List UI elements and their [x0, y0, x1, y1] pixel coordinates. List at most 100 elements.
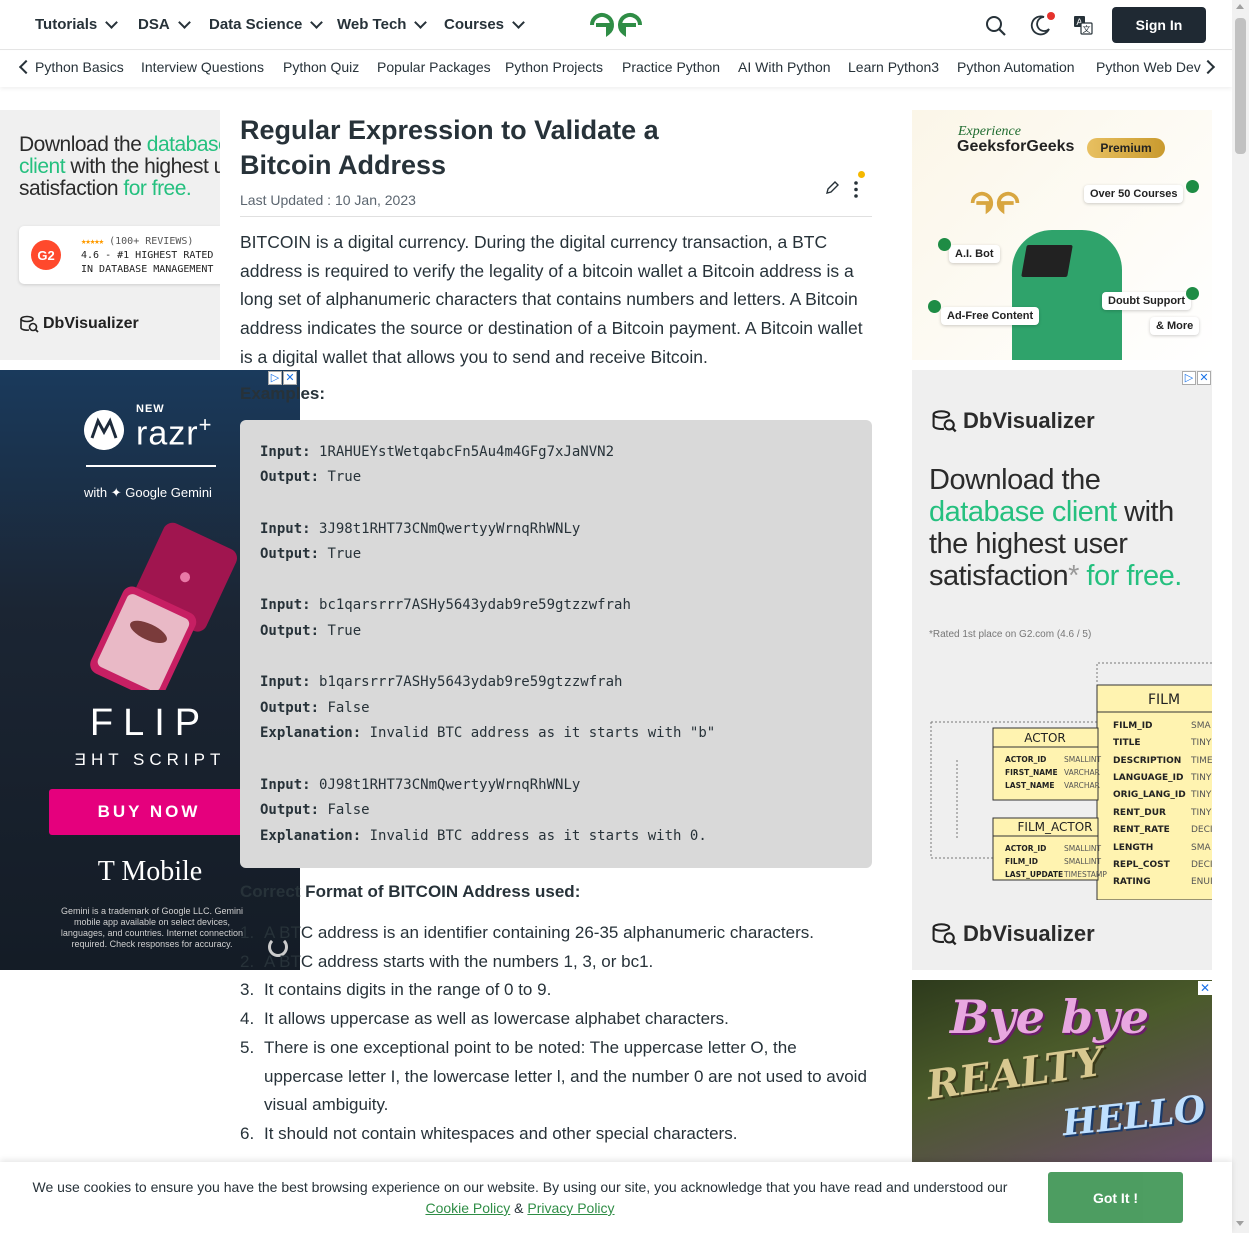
subnav-python-basics[interactable]: Python Basics	[35, 59, 124, 75]
format-rules-list: 1. A BTC address is an identifier contain…	[240, 919, 872, 1149]
nav-data-science[interactable]: Data Science	[209, 16, 324, 33]
nav-label: DSA	[138, 16, 170, 33]
subnav-ai-with-python[interactable]: AI With Python	[738, 59, 831, 75]
ad-headline: Download the database client with the hi…	[929, 464, 1182, 592]
ad-tag: Doubt Support	[1102, 292, 1191, 310]
ad-close-icon[interactable]: ✕	[1197, 371, 1211, 385]
scroll-right-arrow-icon[interactable]	[1200, 59, 1216, 75]
svg-text:LENGTH: LENGTH	[1113, 843, 1153, 853]
page-scrollbar[interactable]	[1232, 0, 1249, 1233]
ad-tag: Over 50 Courses	[1084, 185, 1184, 203]
nav-dsa[interactable]: DSA	[138, 16, 191, 33]
dbvisualizer-brand: DbVisualizer	[19, 314, 139, 334]
svg-text:SMALLINT: SMALLINT	[1064, 857, 1102, 866]
adchoices-icon[interactable]: ▷	[1182, 371, 1196, 385]
edit-pencil-icon[interactable]	[824, 180, 840, 196]
svg-text:REPL_COST: REPL_COST	[1113, 860, 1171, 870]
intro-paragraph: BITCOIN is a digital currency. During th…	[240, 232, 863, 367]
subnav-python-web-dev[interactable]: Python Web Dev	[1096, 59, 1201, 75]
nav-tutorials[interactable]: Tutorials	[35, 16, 119, 33]
last-updated: Last Updated : 10 Jan, 2023	[240, 192, 416, 208]
subnav-python-projects[interactable]: Python Projects	[505, 59, 603, 75]
nav-courses[interactable]: Courses	[444, 16, 525, 33]
svg-text:FILM_ID: FILM_ID	[1005, 857, 1038, 866]
cookie-text: We use cookies to ensure you have the be…	[32, 1179, 1008, 1216]
dbvisualizer-logo-icon	[20, 315, 39, 333]
svg-text:SMA: SMA	[1191, 721, 1211, 731]
gfg-logo-icon	[970, 191, 1020, 215]
dbvisualizer-brand: DbVisualizer	[931, 408, 1095, 434]
ad-category: IN DATABASE MANAGEMENT SYSTEMS	[81, 264, 220, 275]
svg-text:DESCRIPTION: DESCRIPTION	[1113, 756, 1181, 766]
ad-choices[interactable]: ▷ ✕	[1182, 371, 1211, 385]
svg-text:文: 文	[1083, 24, 1091, 34]
ad-gemini-text: with ✦ Google Gemini	[84, 485, 212, 500]
code-line: Input: 1RAHUEYstWetqabcFn5Au4m4GFg7xJaNV…	[260, 444, 615, 460]
geeksforgeeks-logo[interactable]	[586, 9, 646, 41]
scroll-left-arrow-icon[interactable]	[18, 59, 34, 75]
dbvisualizer-ad-small[interactable]: Download the database client with the hi…	[0, 110, 220, 360]
sign-in-button[interactable]: Sign In	[1112, 7, 1206, 43]
search-icon[interactable]	[985, 15, 1007, 37]
svg-text:DECI: DECI	[1191, 860, 1212, 870]
svg-text:TINY: TINY	[1190, 738, 1212, 748]
ad-gfg-brand: GeeksforGeeks	[957, 138, 1075, 155]
nav-web-tech[interactable]: Web Tech	[337, 16, 428, 33]
scrollbar-thumb[interactable]	[1235, 18, 1246, 154]
code-line: Output: True	[260, 546, 362, 562]
more-options-icon[interactable]	[852, 180, 860, 200]
dbvisualizer-brand: DbVisualizer	[931, 921, 1095, 947]
scroll-down-icon[interactable]	[1236, 1221, 1244, 1226]
privacy-policy-link[interactable]: Privacy Policy	[527, 1200, 614, 1216]
python-subnav: Python Basics Interview Questions Python…	[0, 51, 1232, 87]
translate-icon[interactable]: A 文	[1073, 15, 1093, 35]
ad-rated: 4.6 - #1 HIGHEST RATED	[81, 250, 214, 261]
list-item: 2. A BTC address starts with the numbers …	[240, 951, 654, 971]
subnav-python-quiz[interactable]: Python Quiz	[283, 59, 359, 75]
ad-divider	[86, 465, 216, 467]
subnav-interview-questions[interactable]: Interview Questions	[141, 59, 264, 75]
svg-text:LAST_UPDATE: LAST_UPDATE	[1005, 870, 1063, 879]
ad-title-3: HELLO	[1060, 1087, 1208, 1145]
laptop-icon	[1021, 245, 1073, 277]
ad-close-icon[interactable]: ✕	[1198, 981, 1212, 995]
got-it-button[interactable]: Got It !	[1048, 1172, 1183, 1223]
chevron-down-icon	[105, 16, 119, 29]
subnav-practice-python[interactable]: Practice Python	[622, 59, 720, 75]
cookie-policy-link[interactable]: Cookie Policy	[425, 1200, 510, 1216]
dbvisualizer-logo-icon	[932, 410, 957, 433]
subnav-popular-packages[interactable]: Popular Packages	[377, 59, 491, 75]
svg-text:ORIG_LANG_ID: ORIG_LANG_ID	[1113, 790, 1186, 800]
svg-text:LANGUAGE_ID: LANGUAGE_ID	[1113, 773, 1183, 783]
ad-close-icon[interactable]: ✕	[283, 371, 297, 385]
svg-text:FIRST_NAME: FIRST_NAME	[1005, 768, 1058, 777]
ad-headline: Download the database client with the hi…	[19, 133, 220, 200]
nav-label: Courses	[444, 16, 505, 33]
svg-text:TITLE: TITLE	[1113, 738, 1141, 748]
svg-text:SMA: SMA	[1191, 843, 1211, 853]
subnav-python-automation[interactable]: Python Automation	[957, 59, 1075, 75]
svg-text:ACTOR_ID: ACTOR_ID	[1005, 755, 1046, 764]
motorola-logo-icon	[84, 410, 124, 450]
code-line: Explanation: Invalid BTC address as it s…	[260, 725, 716, 741]
chevron-down-icon	[512, 16, 525, 29]
svg-text:ACTOR_ID: ACTOR_ID	[1005, 844, 1046, 853]
buy-now-button[interactable]: BUY NOW	[49, 789, 249, 835]
ad-rating-card: G2 ★★★★★ (100+ REVIEWS) 4.6 - #1 HIGHEST…	[19, 226, 220, 284]
scroll-up-icon[interactable]	[1236, 4, 1244, 9]
ad-choices[interactable]: ▷ ✕	[268, 371, 297, 385]
ad-razr-title: razr+	[136, 412, 213, 453]
code-line: Output: False	[260, 700, 370, 716]
svg-text:LAST_NAME: LAST_NAME	[1005, 781, 1055, 790]
svg-text:VARCHAR: VARCHAR	[1064, 768, 1100, 777]
gfg-premium-ad[interactable]: Experience GeeksforGeeks Premium Over 50…	[912, 110, 1212, 360]
adchoices-icon[interactable]: ▷	[268, 371, 282, 385]
subnav-learn-python3[interactable]: Learn Python3	[848, 59, 939, 75]
ad-tag: Ad-Free Content	[941, 307, 1040, 325]
bye-bye-reality-ad[interactable]: Bye bye REALTY HELLO ✕	[912, 980, 1212, 1170]
examples-code-block: Input: 1RAHUEYstWetqabcFn5Au4m4GFg7xJaNV…	[240, 420, 872, 868]
dbvisualizer-ad-large[interactable]: ▷ ✕ DbVisualizer Download the database c…	[912, 370, 1212, 970]
svg-text:FILM: FILM	[1148, 692, 1180, 708]
chevron-down-icon	[414, 16, 428, 29]
svg-text:TINY: TINY	[1190, 773, 1212, 783]
